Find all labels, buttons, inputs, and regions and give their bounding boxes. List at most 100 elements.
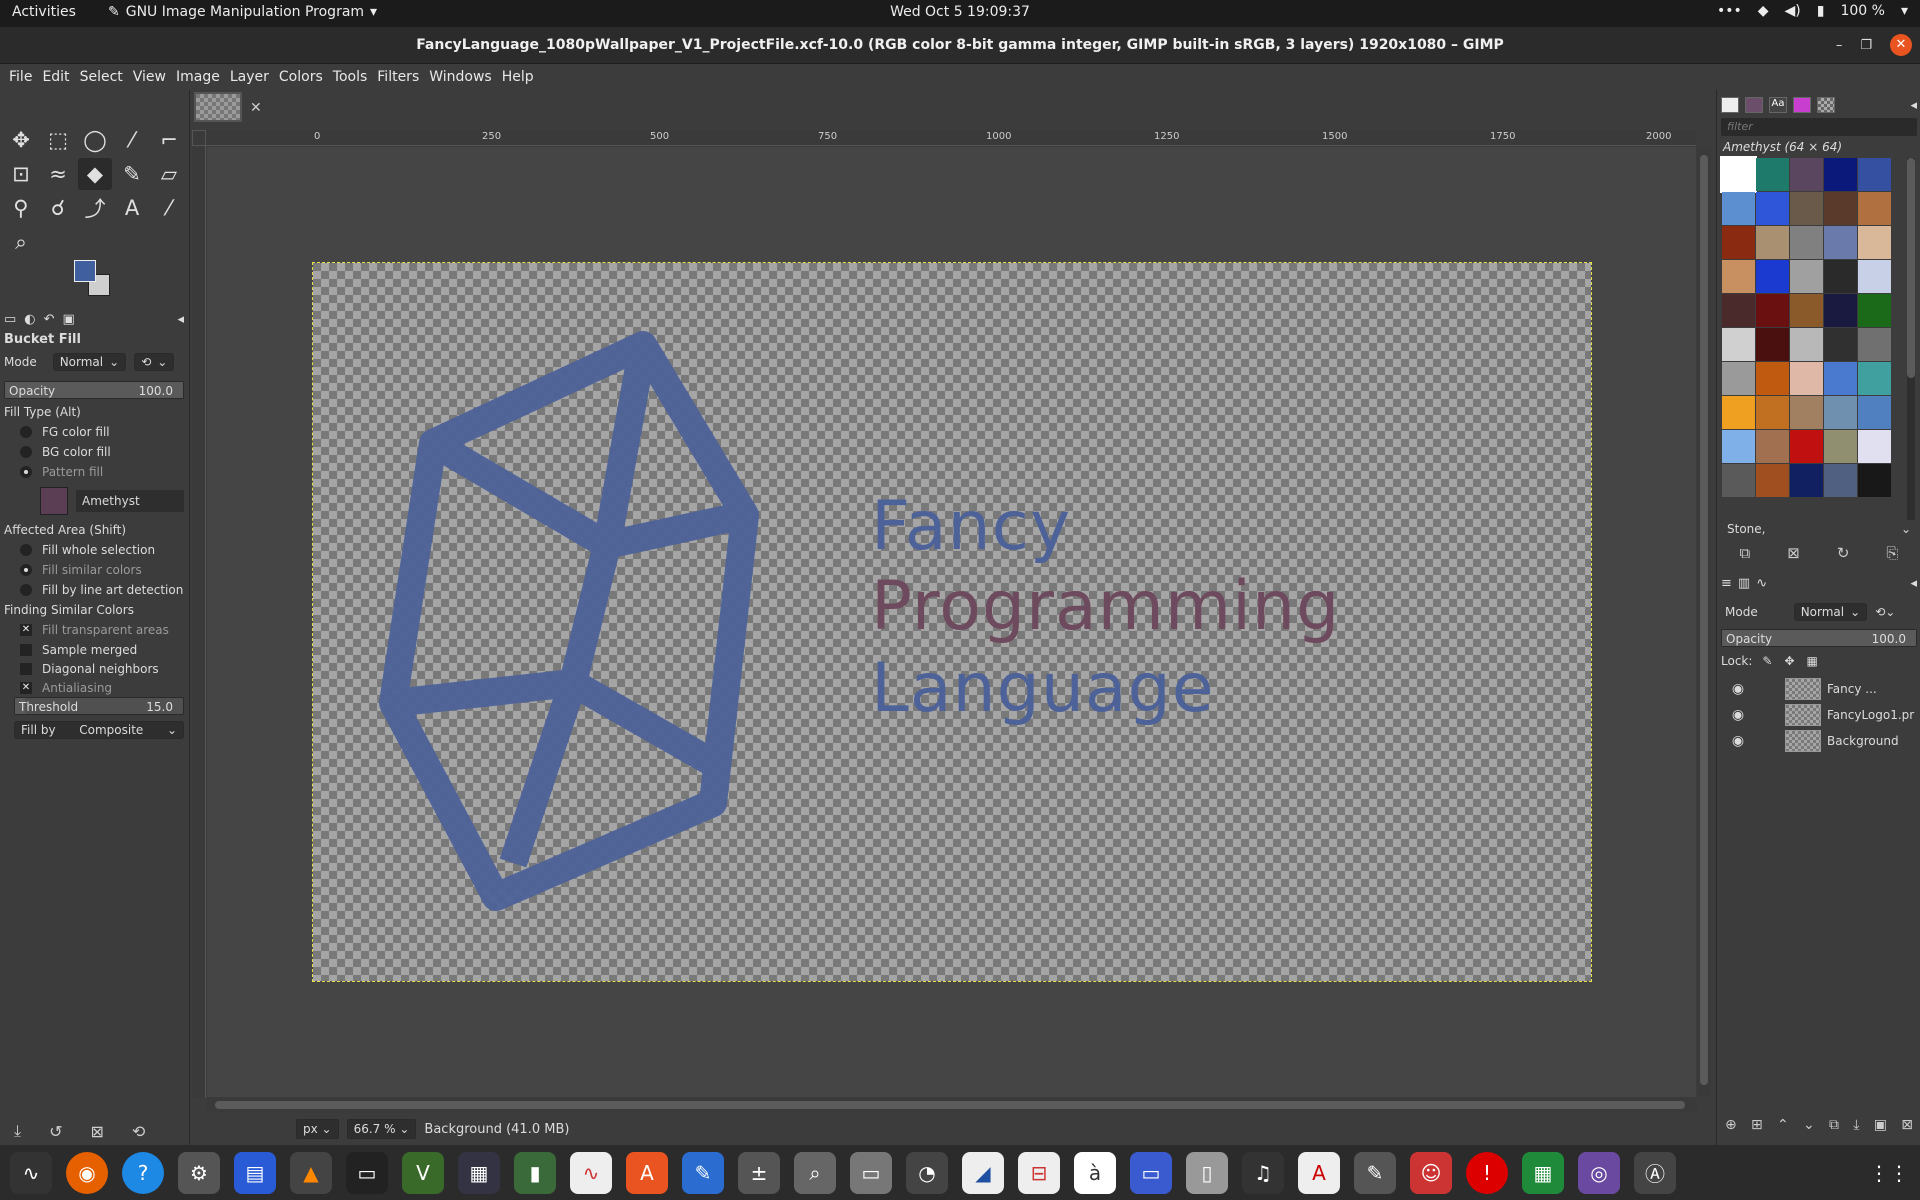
firefox-icon[interactable]: ◉ xyxy=(66,1151,108,1194)
pattern-swatch[interactable] xyxy=(1858,430,1891,463)
image-canvas[interactable]: Fancy Programming Language xyxy=(312,262,1592,982)
opacity-slider[interactable]: Opacity 100.0 xyxy=(4,381,184,399)
bucket-fill-tool-icon[interactable]: ◆ xyxy=(78,158,112,190)
gradients-tab-icon[interactable] xyxy=(1793,97,1811,113)
eye-icon[interactable]: ◉ xyxy=(1727,733,1749,749)
antialiasing-row[interactable]: ✕ Antialiasing xyxy=(4,678,184,698)
fg-bg-color-swatches[interactable] xyxy=(74,260,120,306)
affected-similar-row[interactable]: Fill similar colors xyxy=(4,560,184,580)
sample-merged-row[interactable]: Sample merged xyxy=(4,640,184,660)
calculator-icon[interactable]: ± xyxy=(738,1151,780,1194)
close-window-button[interactable]: ✕ xyxy=(1890,34,1912,56)
pattern-swatch[interactable] xyxy=(1756,396,1789,429)
zoom-tool-icon[interactable]: ⌕ xyxy=(4,226,38,258)
rect-select-tool-icon[interactable]: ⬚ xyxy=(41,124,75,156)
clock[interactable]: Wed Oct 5 19:09:37 xyxy=(0,4,1920,20)
undo-history-tab-icon[interactable]: ↶ xyxy=(44,312,55,327)
pattern-swatch[interactable] xyxy=(1790,328,1823,361)
lock-pixels-icon[interactable]: ✎ xyxy=(1762,654,1772,668)
pattern-swatch[interactable] xyxy=(1858,192,1891,225)
layers-tab-icon[interactable]: ≡ xyxy=(1721,576,1732,591)
pattern-name-field[interactable]: Amethyst xyxy=(76,490,184,512)
music-icon[interactable]: ♫ xyxy=(1242,1151,1284,1194)
pattern-swatch[interactable] xyxy=(1720,156,1757,193)
move-tool-icon[interactable]: ✥ xyxy=(4,124,38,156)
menu-view[interactable]: View xyxy=(128,64,171,90)
fuzzy-select-tool-icon[interactable]: ⁄ xyxy=(115,124,149,156)
menu-layer[interactable]: Layer xyxy=(225,64,274,90)
fonts-tab-icon[interactable]: Aa xyxy=(1769,97,1787,113)
pattern-filter-input[interactable]: filter xyxy=(1721,118,1917,136)
text-editor-icon[interactable]: ✎ xyxy=(682,1151,724,1194)
images-tab-icon[interactable]: ▣ xyxy=(63,312,75,327)
system-monitor-icon[interactable]: ∿ xyxy=(10,1151,52,1194)
ruler-corner[interactable] xyxy=(192,130,206,146)
refresh-patterns-icon[interactable]: ↻ xyxy=(1837,544,1850,566)
pattern-swatch[interactable] xyxy=(1756,328,1789,361)
screenshot-icon[interactable]: ◎ xyxy=(1578,1151,1620,1194)
fill-transparent-row[interactable]: ✕ Fill transparent areas xyxy=(4,620,184,640)
fill-transparent-checkbox[interactable]: ✕ xyxy=(20,624,32,636)
restore-options-icon[interactable]: ↺ xyxy=(49,1122,62,1141)
software-center-icon[interactable]: A xyxy=(626,1151,668,1194)
fill-type-bg-row[interactable]: BG color fill xyxy=(4,442,184,462)
wifi-icon[interactable]: ◆ xyxy=(1758,3,1769,19)
mode-reset-button[interactable]: ⟲ ⌄ xyxy=(134,353,175,371)
pattern-swatch[interactable] xyxy=(1756,226,1789,259)
vim-icon[interactable]: V xyxy=(402,1151,444,1194)
patterns-tab-icon[interactable] xyxy=(1745,97,1763,113)
raise-layer-icon[interactable]: ⌃ xyxy=(1777,1117,1789,1139)
remote-desktop-icon[interactable]: ▦ xyxy=(458,1151,500,1194)
calculator-app-icon[interactable]: ▮ xyxy=(514,1151,556,1194)
image-tab-thumbnail[interactable] xyxy=(194,92,242,122)
pattern-swatch[interactable] xyxy=(1824,328,1857,361)
minimize-icon[interactable]: – xyxy=(1836,38,1843,53)
eraser-tool-icon[interactable]: ▱ xyxy=(152,158,186,190)
lock-position-icon[interactable]: ✥ xyxy=(1784,654,1794,668)
paths-tool-icon[interactable]: ⤴ xyxy=(78,192,112,224)
pattern-swatch[interactable] xyxy=(1824,226,1857,259)
menu-help[interactable]: Help xyxy=(497,64,539,90)
affected-whole-row[interactable]: Fill whole selection xyxy=(4,540,184,560)
files-icon[interactable]: ▭ xyxy=(850,1151,892,1194)
pattern-swatch[interactable] xyxy=(1722,464,1755,497)
pattern-swatch[interactable] xyxy=(1722,260,1755,293)
fill-whole-selection-radio[interactable] xyxy=(20,544,32,556)
character-map-icon[interactable]: à xyxy=(1074,1151,1116,1194)
pattern-tag-select[interactable]: Stone, ⌄ xyxy=(1721,520,1917,540)
unified-transform-tool-icon[interactable]: ⊡ xyxy=(4,158,38,190)
layer-row[interactable]: ◉ Background xyxy=(1721,728,1917,754)
diagonal-neighbors-row[interactable]: Diagonal neighbors xyxy=(4,659,184,679)
vertical-ruler[interactable] xyxy=(192,146,206,1098)
layer-mode-reset-icon[interactable]: ⟲⌄ xyxy=(1875,605,1895,619)
layer-row[interactable]: ◉ FancyLogo1.pr xyxy=(1721,702,1917,728)
threshold-slider[interactable]: Threshold 15.0 xyxy=(14,697,184,715)
sample-merged-checkbox[interactable] xyxy=(20,644,32,656)
pattern-swatch[interactable] xyxy=(1790,192,1823,225)
reset-options-icon[interactable]: ⟲ xyxy=(132,1122,145,1141)
pattern-swatch[interactable] xyxy=(1824,294,1857,327)
maximize-icon[interactable]: ❐ xyxy=(1860,38,1872,53)
zoom-select[interactable]: 66.7 % ⌄ xyxy=(346,1119,417,1139)
foreground-color-swatch[interactable] xyxy=(74,260,96,282)
system-tray[interactable]: ••• ◆ ◀) ▮ 100 % ▾ xyxy=(1717,3,1908,19)
delete-options-icon[interactable]: ⊠ xyxy=(90,1122,103,1141)
screen-icon[interactable]: ▭ xyxy=(1130,1151,1172,1194)
menu-windows[interactable]: Windows xyxy=(424,64,497,90)
remmina-icon[interactable]: ⊟ xyxy=(1018,1151,1060,1194)
pattern-swatch[interactable] xyxy=(1722,226,1755,259)
pattern-swatch[interactable] xyxy=(1756,158,1789,191)
smudge-tool-icon[interactable]: ☌ xyxy=(41,192,75,224)
archive-icon[interactable]: ▯ xyxy=(1186,1151,1228,1194)
fill-type-fg-row[interactable]: FG color fill xyxy=(4,422,184,442)
app-store-icon[interactable]: Ⓐ xyxy=(1634,1151,1676,1194)
pattern-swatch[interactable] xyxy=(1858,362,1891,395)
menu-edit[interactable]: Edit xyxy=(37,64,74,90)
horizontal-scrollbar[interactable] xyxy=(207,1097,1697,1113)
lower-layer-icon[interactable]: ⌄ xyxy=(1803,1117,1815,1139)
eye-icon[interactable]: ◉ xyxy=(1727,681,1749,697)
bg-fill-radio[interactable] xyxy=(20,446,32,458)
pattern-swatch[interactable] xyxy=(1790,362,1823,395)
pattern-swatch[interactable] xyxy=(1858,158,1891,191)
paths-tab-icon[interactable]: ∿ xyxy=(1756,576,1767,591)
